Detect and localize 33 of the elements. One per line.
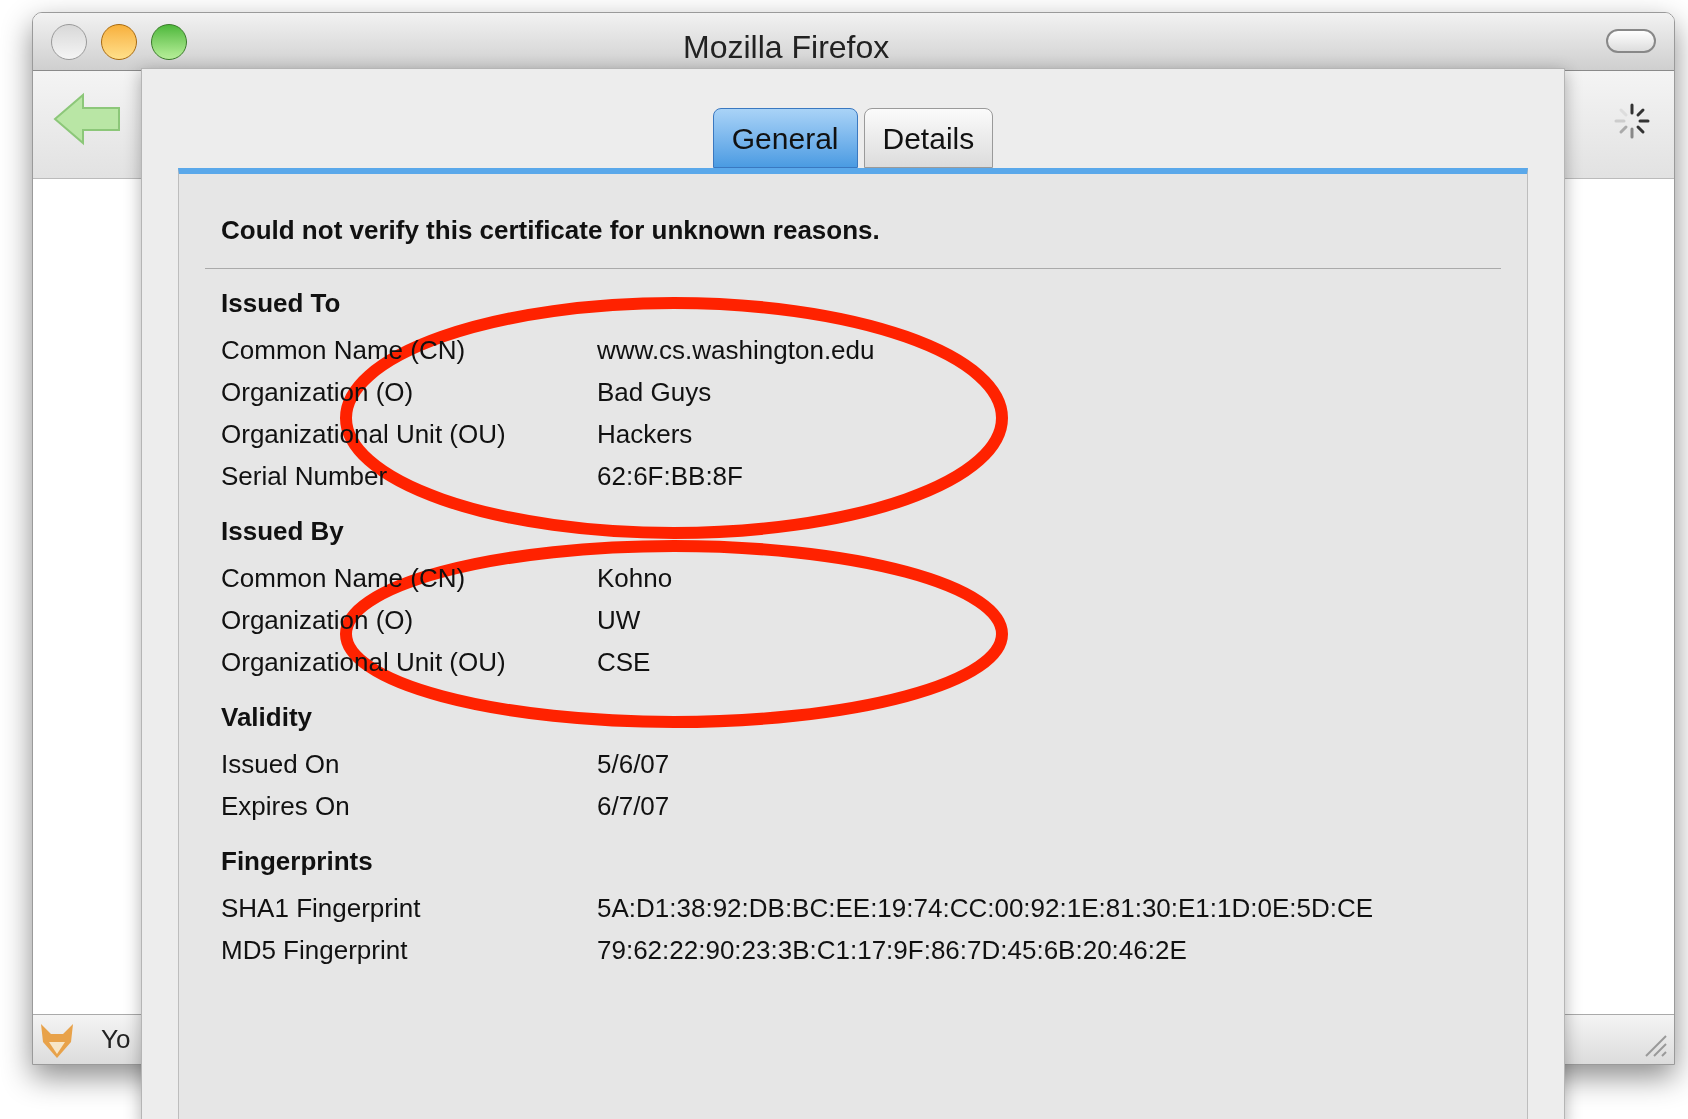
field-value: 6/7/07 (597, 790, 670, 823)
field-value: www.cs.washington.edu (597, 334, 875, 367)
field-value: Bad Guys (597, 376, 712, 409)
field-label: Common Name (CN) (221, 334, 467, 367)
window-title: Mozilla Firefox (683, 28, 890, 67)
tab[interactable]: General (712, 108, 858, 168)
toolbar-toggle-button[interactable] (1606, 29, 1656, 53)
zoom-button[interactable] (151, 23, 187, 60)
section-heading: Issued To (221, 287, 342, 320)
field-label: SHA1 Fingerprint (221, 892, 422, 925)
loading-spinner-icon (1612, 101, 1652, 141)
close-button[interactable] (51, 23, 87, 60)
section-heading: Fingerprints (221, 845, 374, 878)
field-value: Kohno (597, 562, 673, 595)
field-label: Serial Number (221, 460, 389, 493)
field-value: CSE (597, 646, 651, 679)
tab[interactable]: Details (863, 108, 994, 168)
field-label: Expires On (221, 790, 351, 823)
status-message: Could not verify this certificate for unknown reasons. (221, 214, 881, 247)
minimize-button[interactable] (101, 23, 137, 60)
field-label: Issued On (221, 748, 341, 781)
status-text: Yo (101, 1023, 131, 1056)
field-label: Common Name (CN) (221, 562, 467, 595)
field-value: 79:62:22:90:23:3B:C1:17:9F:86:7D:45:6B:20:46:2E (597, 934, 1187, 967)
section-heading: Issued By (221, 515, 345, 548)
section-heading: Validity (221, 701, 314, 734)
back-arrow-icon[interactable] (53, 91, 123, 147)
field-value: 5/6/07 (597, 748, 670, 781)
field-value: 5A:D1:38:92:DB:BC:EE:19:74:CC:00:92:1E:81:30:E1:1D:0E:5D:CE (597, 892, 1374, 925)
field-label: MD5 Fingerprint (221, 934, 409, 967)
field-value: UW (597, 604, 641, 637)
field-value: 62:6F:BB:8F (597, 460, 743, 493)
field-value: Hackers (597, 418, 693, 451)
